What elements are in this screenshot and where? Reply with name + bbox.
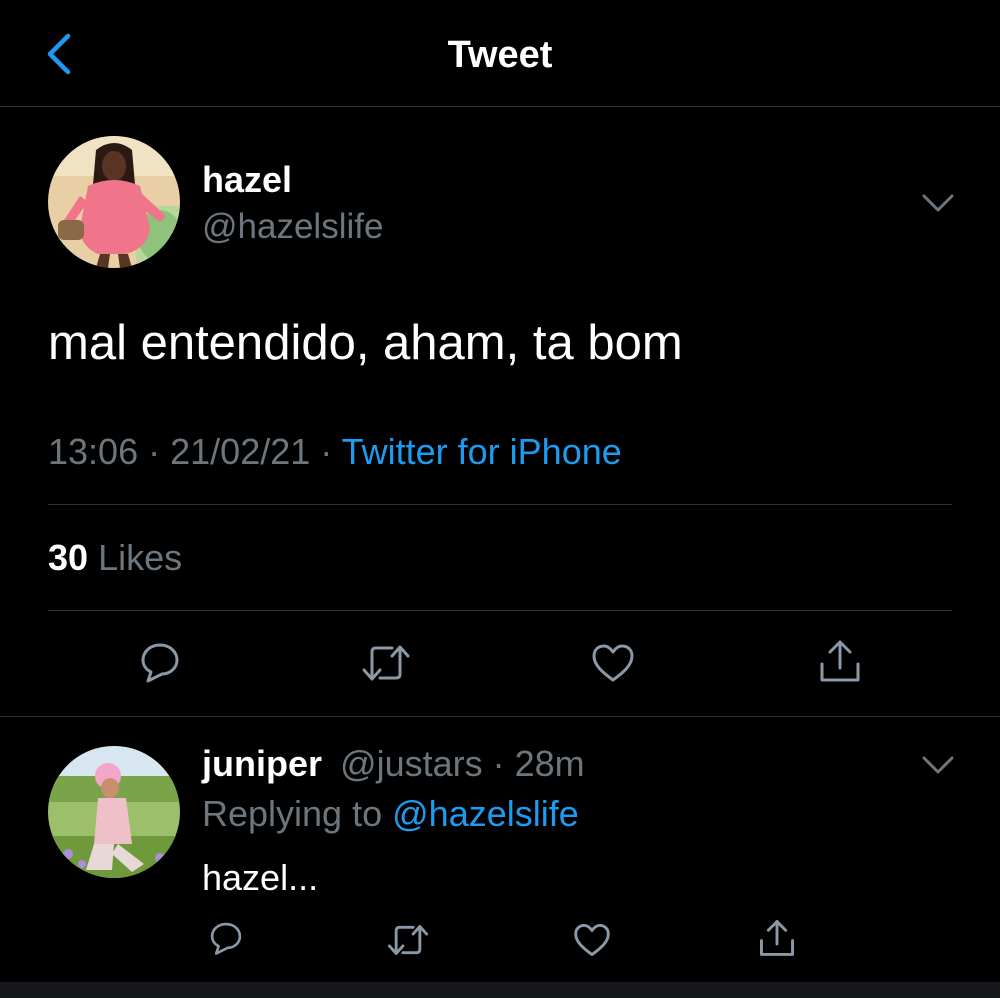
share-button[interactable] (818, 638, 862, 684)
retweet-button[interactable] (360, 642, 412, 684)
tweet-time: 13:06 (48, 431, 139, 472)
page-title: Tweet (447, 34, 553, 76)
retweet-icon (387, 925, 429, 955)
reply-options-button[interactable] (918, 752, 958, 778)
avatar-image (48, 746, 180, 878)
likes-label: Likes (98, 537, 183, 578)
share-icon (820, 640, 860, 682)
reply-age: 28m (514, 743, 585, 784)
replying-to: Replying to @hazelslife (202, 792, 579, 836)
tweet-text: mal entendido, aham, ta bom (48, 316, 683, 370)
meta-divider (48, 504, 952, 505)
reply-avatar[interactable] (48, 746, 180, 878)
reply-separator: · (492, 743, 505, 784)
thread-divider (0, 716, 1000, 717)
replying-to-handle-link[interactable]: @hazelslife (392, 793, 579, 834)
bottom-edge (0, 982, 1000, 998)
like-button[interactable] (590, 642, 636, 684)
avatar-image (48, 136, 180, 268)
reply-share-button[interactable] (758, 918, 796, 958)
reply-icon (141, 643, 179, 683)
tweet-meta: 13:06 · 21/02/21 · Twitter for iPhone (48, 430, 622, 474)
meta-separator: · (320, 431, 333, 472)
author-handle[interactable]: @hazelslife (202, 206, 383, 248)
retweet-icon (362, 645, 410, 681)
stats-divider (48, 610, 952, 611)
reply-text: hazel... (202, 857, 319, 898)
tweet-options-button[interactable] (918, 190, 958, 216)
author-name[interactable]: hazel (202, 158, 292, 202)
likes-stat[interactable]: 30 Likes (48, 536, 182, 580)
like-icon (574, 923, 610, 957)
replying-to-label: Replying to (202, 793, 383, 834)
share-icon (759, 920, 795, 956)
reply-like-button[interactable] (572, 922, 612, 958)
reply-author-name[interactable]: juniper (202, 743, 322, 784)
meta-separator: · (148, 431, 161, 472)
reply-author-handle[interactable]: @justars (340, 743, 483, 784)
reply-reply-button[interactable] (208, 920, 244, 956)
reply-button[interactable] (138, 640, 182, 684)
likes-count: 30 (48, 537, 89, 578)
header-divider (0, 106, 1000, 107)
chevron-down-icon (922, 756, 954, 774)
tweet-source-link[interactable]: Twitter for iPhone (342, 431, 622, 472)
like-icon (592, 644, 634, 682)
avatar[interactable] (48, 136, 180, 268)
reply-header: juniper @justars · 28m (202, 742, 585, 786)
reply-retweet-button[interactable] (386, 922, 430, 958)
reply-icon (210, 922, 242, 955)
chevron-down-icon (922, 194, 954, 212)
tweet-date: 21/02/21 (170, 431, 311, 472)
